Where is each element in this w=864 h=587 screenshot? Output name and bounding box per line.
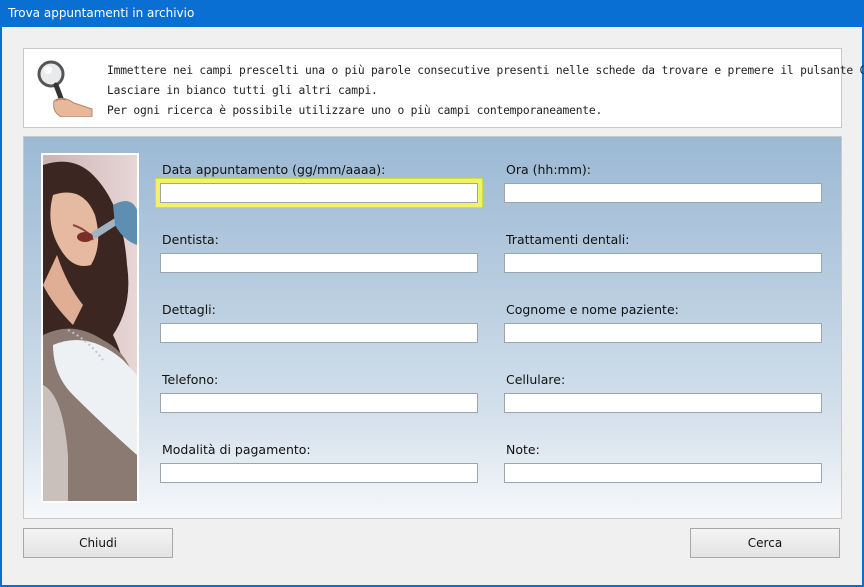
trattamenti-input[interactable] — [504, 253, 822, 273]
label-trattamenti: Trattamenti dentali: — [506, 232, 630, 247]
dental-patient-illustration — [43, 155, 137, 501]
instructions-box: Immettere nei campi prescelti una o più … — [23, 48, 864, 128]
label-paziente: Cognome e nome paziente: — [506, 302, 679, 317]
label-note: Note: — [506, 442, 540, 457]
title-bar[interactable]: Trova appuntamenti in archivio — [0, 0, 864, 26]
label-dettagli: Dettagli: — [162, 302, 216, 317]
instruction-line-2: Lasciare in bianco tutti gli altri campi… — [107, 84, 378, 97]
dettagli-input[interactable] — [160, 323, 478, 343]
label-dentista: Dentista: — [162, 232, 219, 247]
pagamento-input[interactable] — [160, 463, 478, 483]
note-input[interactable] — [504, 463, 822, 483]
magnifier-hand-icon — [37, 60, 93, 117]
dentista-input[interactable] — [160, 253, 478, 273]
label-ora: Ora (hh:mm): — [506, 162, 591, 177]
window-client-area: Immettere nei campi prescelti una o più … — [2, 27, 864, 585]
instructions-text: Immettere nei campi prescelti una o più … — [107, 61, 864, 121]
cerca-button[interactable]: Cerca — [690, 528, 840, 558]
instruction-line-3: Per ogni ricerca è possibile utilizzare … — [107, 104, 603, 117]
label-pagamento: Modalità di pagamento: — [162, 442, 311, 457]
instruction-line-1: Immettere nei campi prescelti una o più … — [107, 64, 864, 77]
telefono-input[interactable] — [160, 393, 478, 413]
ora-input[interactable] — [504, 183, 822, 203]
dental-patient-photo — [41, 153, 139, 503]
cellulare-input[interactable] — [504, 393, 822, 413]
label-data-appuntamento: Data appuntamento (gg/mm/aaaa): — [162, 162, 386, 177]
label-cellulare: Cellulare: — [506, 372, 566, 387]
chiudi-button[interactable]: Chiudi — [23, 528, 173, 558]
window-title: Trova appuntamenti in archivio — [8, 6, 195, 20]
data-appuntamento-input[interactable] — [160, 183, 478, 203]
paziente-input[interactable] — [504, 323, 822, 343]
label-telefono: Telefono: — [162, 372, 219, 387]
search-form-panel: Data appuntamento (gg/mm/aaaa): Ora (hh:… — [23, 136, 842, 519]
search-appointments-window: Trova appuntamenti in archivio Immettere… — [0, 0, 864, 587]
